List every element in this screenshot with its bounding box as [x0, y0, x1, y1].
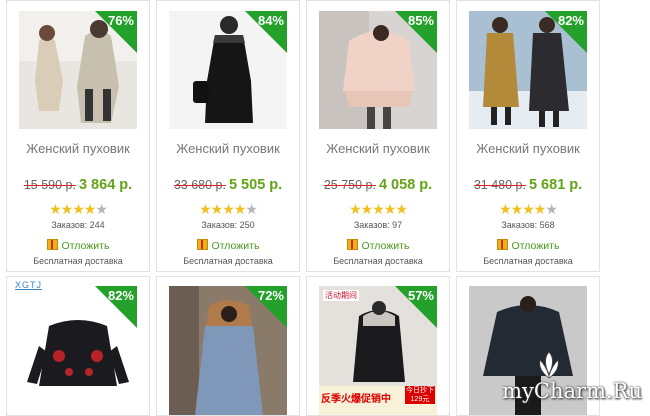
orders-count: Заказов: 250: [201, 220, 255, 230]
product-card[interactable]: 82% XGTJ: [6, 276, 150, 416]
postpone-label: Отложить: [211, 240, 260, 252]
postpone-label: Отложить: [61, 240, 110, 252]
postpone-label: Отложить: [511, 240, 560, 252]
price-block: 25 750 р. 4 058 р.: [307, 176, 449, 194]
delivery-text: Бесплатная доставка: [33, 256, 123, 266]
product-image[interactable]: 85%: [319, 11, 437, 129]
postpone-link[interactable]: Отложить: [7, 239, 149, 252]
gift-icon: [46, 239, 58, 250]
price-block: 31 480 р. 5 681 р.: [457, 176, 599, 194]
old-price: 33 680 р.: [173, 178, 226, 192]
product-grid: 76% Женский пуховик 15 590 р. 3 864 р. ★★…: [0, 0, 650, 416]
product-title[interactable]: Женский пуховик: [7, 141, 149, 156]
delivery-text: Бесплатная доставка: [483, 256, 573, 266]
new-price: 3 864 р.: [78, 177, 133, 193]
old-price: 31 480 р.: [473, 178, 526, 192]
flower-logo-icon: [539, 351, 559, 379]
product-card[interactable]: 82% Женский пуховик 31 480 р. 5 681 р. ★★…: [456, 0, 600, 272]
rating-stars: ★★★★★: [49, 201, 108, 217]
orders-count: Заказов: 244: [51, 220, 105, 230]
gift-icon: [196, 239, 208, 250]
discount-badge-label: 72%: [257, 288, 284, 303]
watermark: myCharm.Ru: [502, 379, 642, 403]
price-tag: 今日抄下 129元: [405, 386, 435, 404]
product-title[interactable]: Женский пуховик: [307, 141, 449, 156]
new-price: 5 505 р.: [228, 177, 283, 193]
product-image[interactable]: 76%: [19, 11, 137, 129]
old-price: 15 590 р.: [23, 178, 76, 192]
product-title[interactable]: Женский пуховик: [157, 141, 299, 156]
postpone-link[interactable]: Отложить: [157, 239, 299, 252]
promo-text: 反季火爆促销中: [321, 394, 391, 405]
orders-count: Заказов: 568: [501, 220, 555, 230]
product-image[interactable]: 72%: [169, 286, 287, 415]
discount-badge-label: 85%: [407, 13, 434, 28]
gift-icon: [496, 239, 508, 250]
delivery-text: Бесплатная доставка: [333, 256, 423, 266]
product-card[interactable]: 57% 活动期间 反季火爆促销中 今日抄下 129元: [306, 276, 450, 416]
product-image[interactable]: 57% 活动期间 反季火爆促销中 今日抄下 129元: [319, 286, 437, 415]
price-block: 15 590 р. 3 864 р.: [7, 176, 149, 194]
orders-count: Заказов: 97: [353, 220, 403, 230]
postpone-link[interactable]: Отложить: [457, 239, 599, 252]
product-card[interactable]: 72%: [156, 276, 300, 416]
new-price: 5 681 р.: [528, 177, 583, 193]
discount-badge-label: 57%: [407, 288, 434, 303]
discount-badge-label: 84%: [257, 13, 284, 28]
product-card[interactable]: 84% Женский пуховик 33 680 р. 5 505 р. ★★…: [156, 0, 300, 272]
product-image[interactable]: 82%: [469, 11, 587, 129]
shop-text: 活动期间: [323, 290, 359, 301]
product-title[interactable]: Женский пуховик: [457, 141, 599, 156]
postpone-label: Отложить: [361, 240, 410, 252]
rating-stars: ★★★★★: [199, 201, 258, 217]
discount-badge-label: 76%: [107, 13, 134, 28]
rating-stars: ★★★★★: [499, 201, 558, 217]
new-price: 4 058 р.: [378, 177, 433, 193]
product-card[interactable]: 85% Женский пуховик 25 750 р. 4 058 р. ★★…: [306, 0, 450, 272]
product-image[interactable]: 84%: [169, 11, 287, 129]
brand-label[interactable]: XGTJ: [15, 280, 42, 290]
rating-stars: ★★★★★: [349, 201, 408, 217]
product-image[interactable]: 82%: [19, 286, 137, 415]
old-price: 25 750 р.: [323, 178, 376, 192]
discount-badge-label: 82%: [107, 288, 134, 303]
discount-badge-label: 82%: [557, 13, 584, 28]
gift-icon: [346, 239, 358, 250]
delivery-text: Бесплатная доставка: [183, 256, 273, 266]
postpone-link[interactable]: Отложить: [307, 239, 449, 252]
price-block: 33 680 р. 5 505 р.: [157, 176, 299, 194]
product-card[interactable]: 76% Женский пуховик 15 590 р. 3 864 р. ★★…: [6, 0, 150, 272]
